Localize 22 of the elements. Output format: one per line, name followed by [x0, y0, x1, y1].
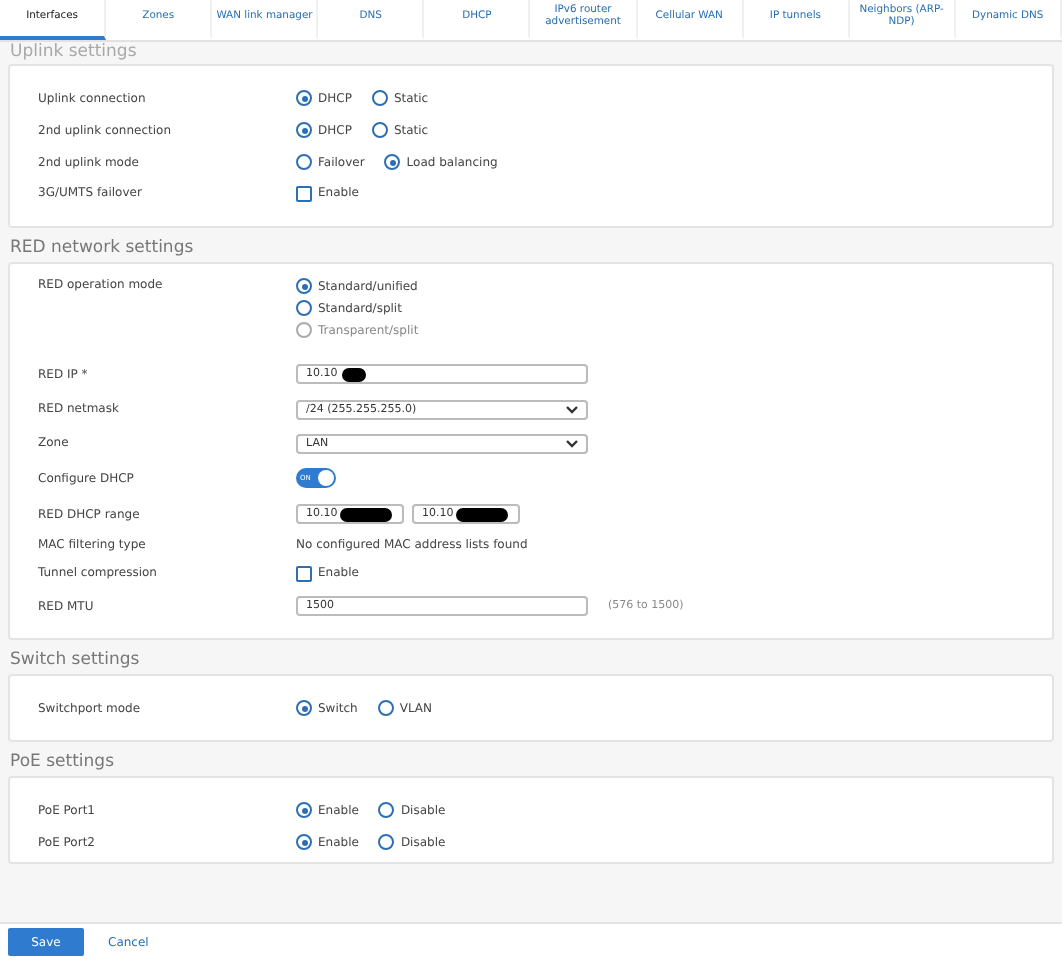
radio-button[interactable] — [296, 802, 312, 818]
radio-button[interactable] — [296, 834, 312, 850]
radio-button[interactable] — [296, 122, 312, 138]
radio-button[interactable] — [296, 154, 312, 170]
radio-button[interactable] — [377, 700, 394, 716]
section-heading: Switch settings — [8, 648, 142, 674]
radio-button[interactable] — [371, 90, 388, 106]
radio-button[interactable] — [378, 834, 395, 850]
radio-button[interactable] — [296, 90, 312, 106]
radio-button[interactable] — [371, 122, 388, 138]
radio-button[interactable] — [296, 700, 312, 716]
section-heading: PoE settings — [8, 750, 116, 776]
chevron-down-icon — [566, 439, 578, 447]
radio-button[interactable] — [296, 278, 312, 294]
radio-button[interactable] — [384, 154, 401, 170]
checkbox[interactable] — [296, 565, 312, 581]
chevron-down-icon — [566, 405, 578, 413]
radio-button[interactable] — [378, 802, 395, 818]
section-heading: RED network settings — [8, 236, 196, 262]
section-heading: Uplink settings — [8, 42, 139, 64]
checkbox[interactable] — [296, 185, 312, 201]
radio-button[interactable] — [296, 300, 312, 316]
